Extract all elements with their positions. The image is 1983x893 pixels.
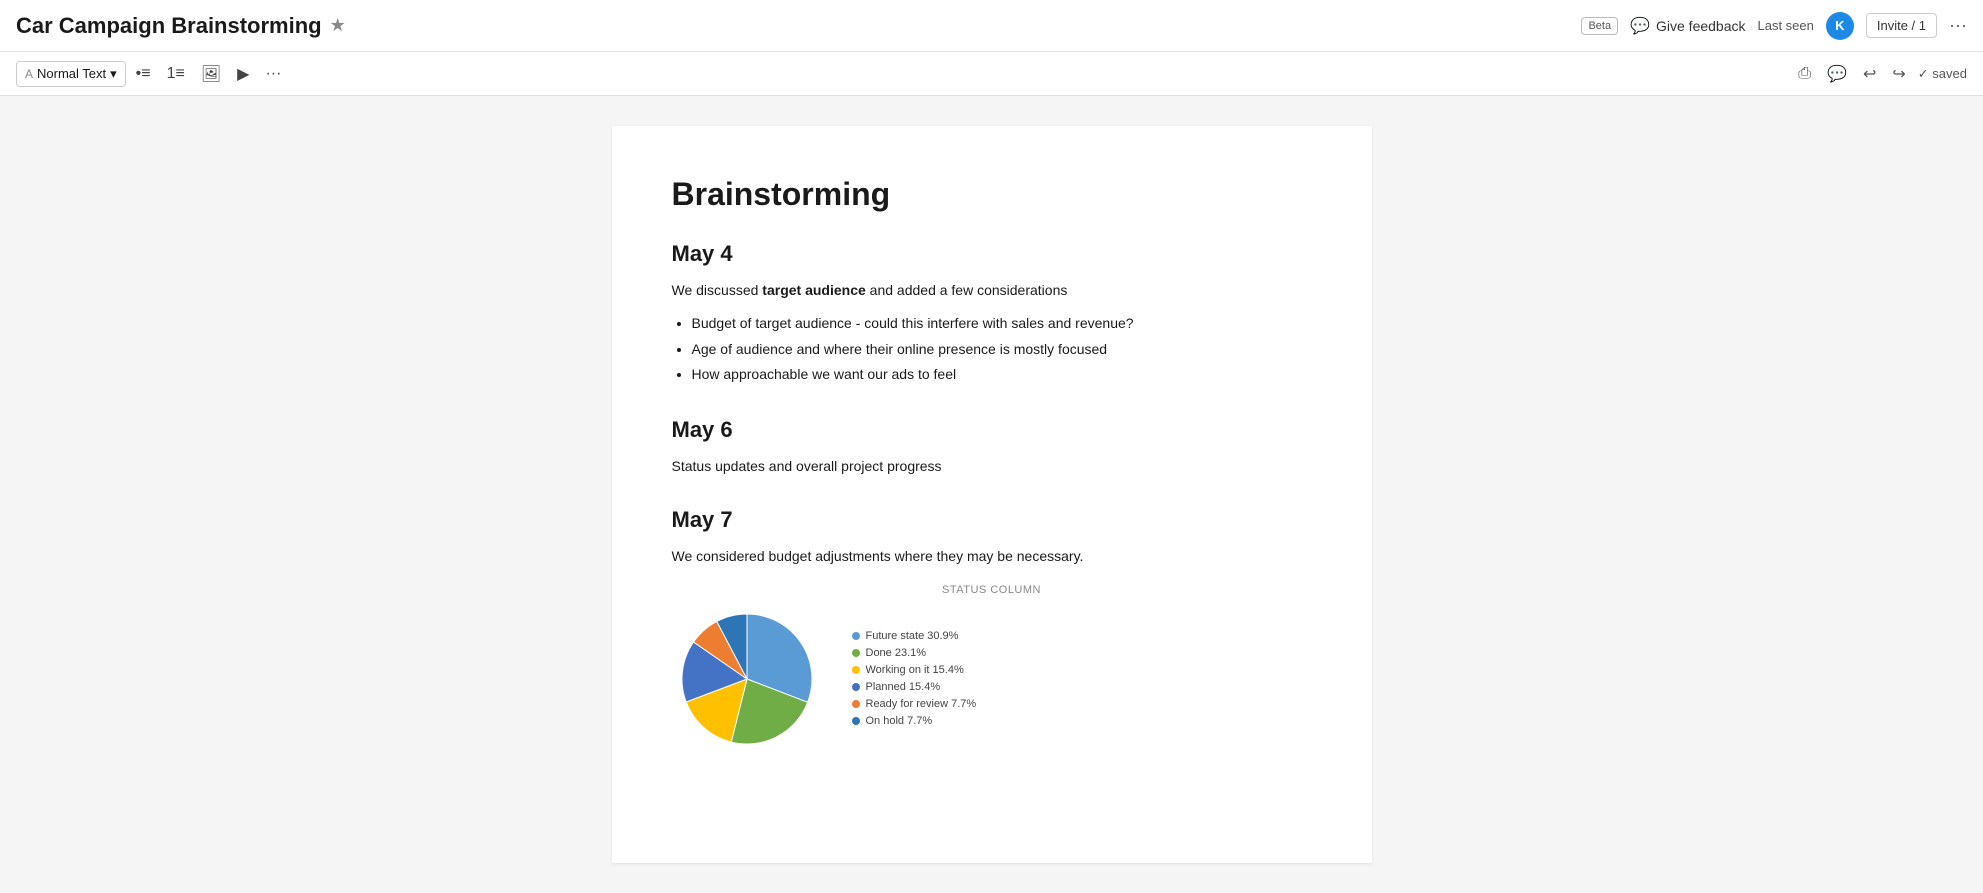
chart-label: STATUS COLUMN xyxy=(672,584,1312,596)
last-seen-label: Last seen xyxy=(1758,18,1814,33)
more-options-button[interactable]: ··· xyxy=(1949,15,1967,36)
bullet-item: How approachable we want our ads to feel xyxy=(692,362,1312,387)
comment-icon: 💬 xyxy=(1827,66,1847,83)
media-icon: ▶ xyxy=(237,66,249,83)
give-feedback-label: Give feedback xyxy=(1656,18,1746,34)
image-icon: 🖼 xyxy=(201,66,221,83)
section-may6-paragraph: Status updates and overall project progr… xyxy=(672,455,1312,477)
document-main-title: Brainstorming xyxy=(672,176,1312,213)
toolbar-more-button[interactable]: ··· xyxy=(259,61,287,87)
toolbar: A Normal Text ▾ •≡ 1≡ 🖼 ▶ ··· ⎙ 💬 ↩ xyxy=(0,52,1983,96)
top-bar-right: Beta 💬 Give feedback Last seen K Invite … xyxy=(1581,12,1967,40)
pie-chart xyxy=(672,604,822,754)
comment-button[interactable]: 💬 xyxy=(1823,60,1851,88)
saved-status: ✓ saved xyxy=(1918,66,1967,82)
bullet-list-icon: •≡ xyxy=(136,65,151,82)
image-button[interactable]: 🖼 xyxy=(195,60,227,88)
legend-item: Done 23.1% xyxy=(852,647,977,659)
legend-label: Future state 30.9% xyxy=(866,630,959,642)
legend-item: Working on it 15.4% xyxy=(852,664,977,676)
section-may6-heading: May 6 xyxy=(672,417,1312,443)
numbered-list-button[interactable]: 1≡ xyxy=(161,61,191,87)
media-button[interactable]: ▶ xyxy=(231,60,255,88)
section-may4-bullets: Budget of target audience - could this i… xyxy=(692,311,1312,387)
redo-button[interactable]: ↪ xyxy=(1888,60,1909,88)
legend-item: Ready for review 7.7% xyxy=(852,698,977,710)
top-bar-left: Car Campaign Brainstorming ★ xyxy=(16,13,346,39)
toolbar-right: ⎙ 💬 ↩ ↪ ✓ saved xyxy=(1794,60,1967,88)
section-may7: May 7 We considered budget adjustments w… xyxy=(672,507,1312,753)
paragraph-after: and added a few considerations xyxy=(870,282,1068,298)
legend-dot xyxy=(852,717,860,725)
avatar: K xyxy=(1826,12,1854,40)
legend-label: Working on it 15.4% xyxy=(866,664,964,676)
redo-icon: ↪ xyxy=(1892,66,1905,83)
document-page: Brainstorming May 4 We discussed target … xyxy=(612,126,1372,863)
toolbar-left: A Normal Text ▾ •≡ 1≡ 🖼 ▶ ··· xyxy=(16,60,287,88)
numbered-list-icon: 1≡ xyxy=(167,65,185,82)
print-button[interactable]: ⎙ xyxy=(1794,61,1815,87)
chart-container: STATUS COLUMN Future state 30.9% Done 23.… xyxy=(672,584,1312,754)
legend-item: On hold 7.7% xyxy=(852,715,977,727)
undo-button[interactable]: ↩ xyxy=(1859,60,1880,88)
legend-item: Planned 15.4% xyxy=(852,681,977,693)
section-may4-heading: May 4 xyxy=(672,241,1312,267)
legend-dot xyxy=(852,700,860,708)
invite-button[interactable]: Invite / 1 xyxy=(1866,13,1937,38)
bullet-item: Age of audience and where their online p… xyxy=(692,337,1312,362)
print-icon: ⎙ xyxy=(1798,65,1811,82)
text-style-label: Normal Text xyxy=(37,66,106,81)
legend-dot xyxy=(852,683,860,691)
beta-badge: Beta xyxy=(1581,17,1618,35)
star-icon[interactable]: ★ xyxy=(330,15,346,36)
legend-label: Ready for review 7.7% xyxy=(866,698,977,710)
document-title: Car Campaign Brainstorming xyxy=(16,13,322,39)
text-style-icon: A xyxy=(25,67,33,81)
content-area: Brainstorming May 4 We discussed target … xyxy=(0,96,1983,893)
bullet-item: Budget of target audience - could this i… xyxy=(692,311,1312,336)
legend-dot xyxy=(852,649,860,657)
give-feedback-button[interactable]: 💬 Give feedback xyxy=(1630,16,1745,36)
legend-label: Planned 15.4% xyxy=(866,681,941,693)
section-may4: May 4 We discussed target audience and a… xyxy=(672,241,1312,387)
feedback-icon: 💬 xyxy=(1630,16,1650,36)
legend-label: On hold 7.7% xyxy=(866,715,933,727)
top-bar: Car Campaign Brainstorming ★ Beta 💬 Give… xyxy=(0,0,1983,52)
undo-icon: ↩ xyxy=(1863,66,1876,83)
legend-label: Done 23.1% xyxy=(866,647,927,659)
legend-dot xyxy=(852,632,860,640)
bullet-list-button[interactable]: •≡ xyxy=(130,61,157,87)
section-may4-paragraph: We discussed target audience and added a… xyxy=(672,279,1312,301)
text-style-selector[interactable]: A Normal Text ▾ xyxy=(16,61,126,87)
legend-dot xyxy=(852,666,860,674)
dropdown-arrow-icon: ▾ xyxy=(110,66,117,82)
toolbar-more-icon: ··· xyxy=(265,65,281,82)
paragraph-before: We discussed xyxy=(672,282,759,298)
chart-legend: Future state 30.9% Done 23.1% Working on i… xyxy=(852,630,977,727)
chart-inner: Future state 30.9% Done 23.1% Working on i… xyxy=(672,604,1312,754)
legend-item: Future state 30.9% xyxy=(852,630,977,642)
section-may7-paragraph: We considered budget adjustments where t… xyxy=(672,545,1312,567)
section-may7-heading: May 7 xyxy=(672,507,1312,533)
bold-target-audience: target audience xyxy=(762,282,865,298)
section-may6: May 6 Status updates and overall project… xyxy=(672,417,1312,477)
